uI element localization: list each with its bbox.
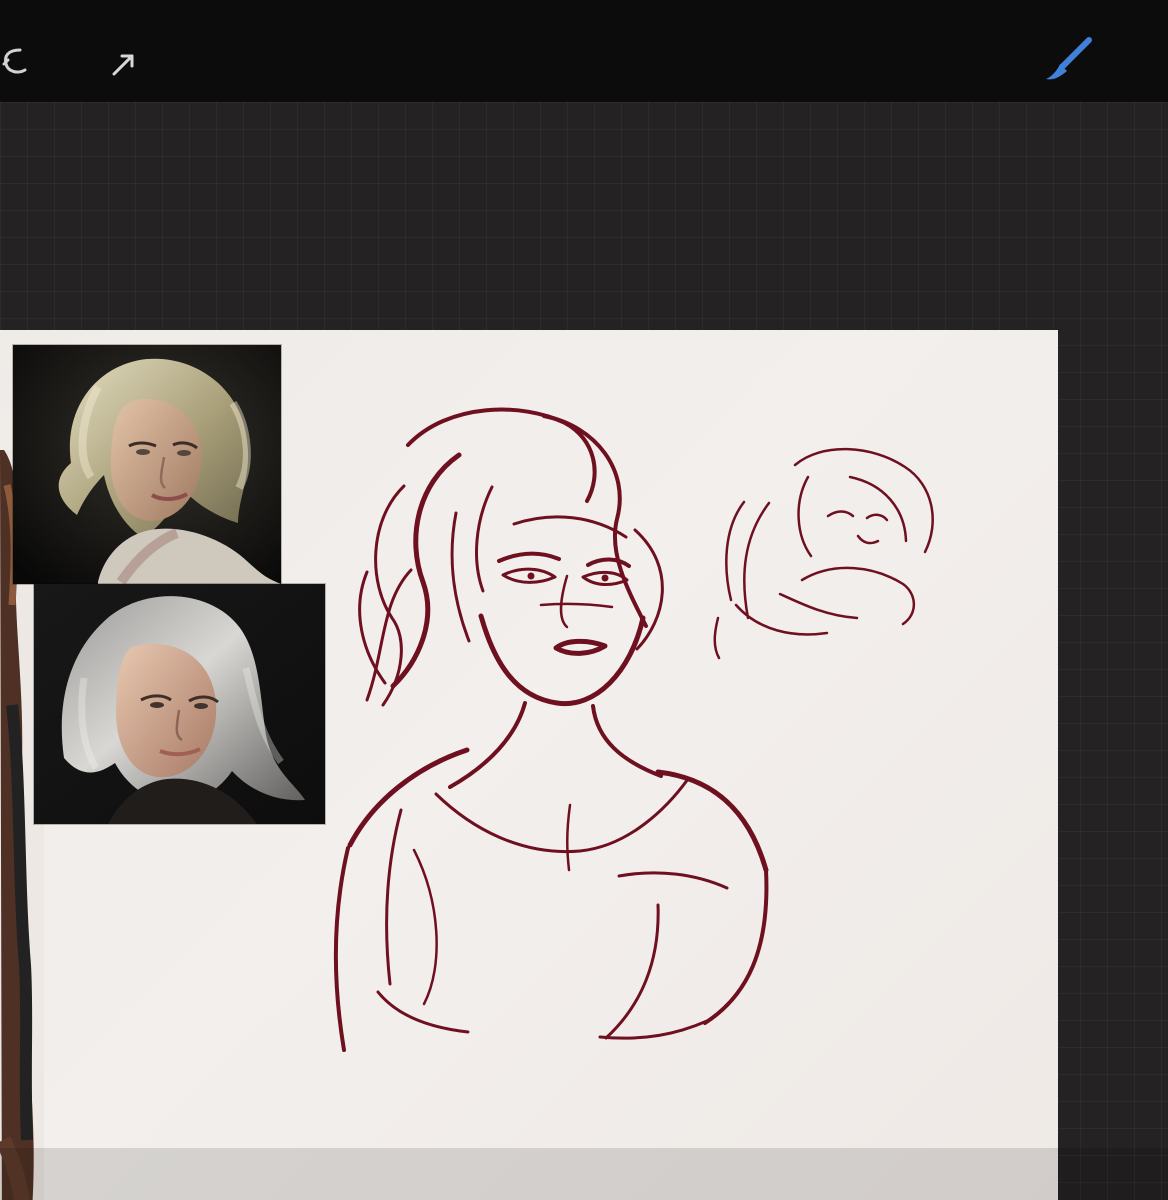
drawing-canvas[interactable] <box>0 330 1058 1200</box>
canvas-workspace[interactable] <box>0 102 1168 1200</box>
small-thumbnail-sketch <box>713 447 934 660</box>
selection-arrow-icon[interactable] <box>106 46 142 82</box>
bottom-reference-portrait <box>33 583 326 825</box>
brush-icon[interactable] <box>1038 35 1096 87</box>
top-toolbar <box>0 0 1168 102</box>
undo-icon[interactable] <box>0 40 32 80</box>
screen-bottom-edge <box>0 1148 1168 1200</box>
top-reference-portrait <box>12 344 282 585</box>
drawing-app <box>0 0 1168 1200</box>
